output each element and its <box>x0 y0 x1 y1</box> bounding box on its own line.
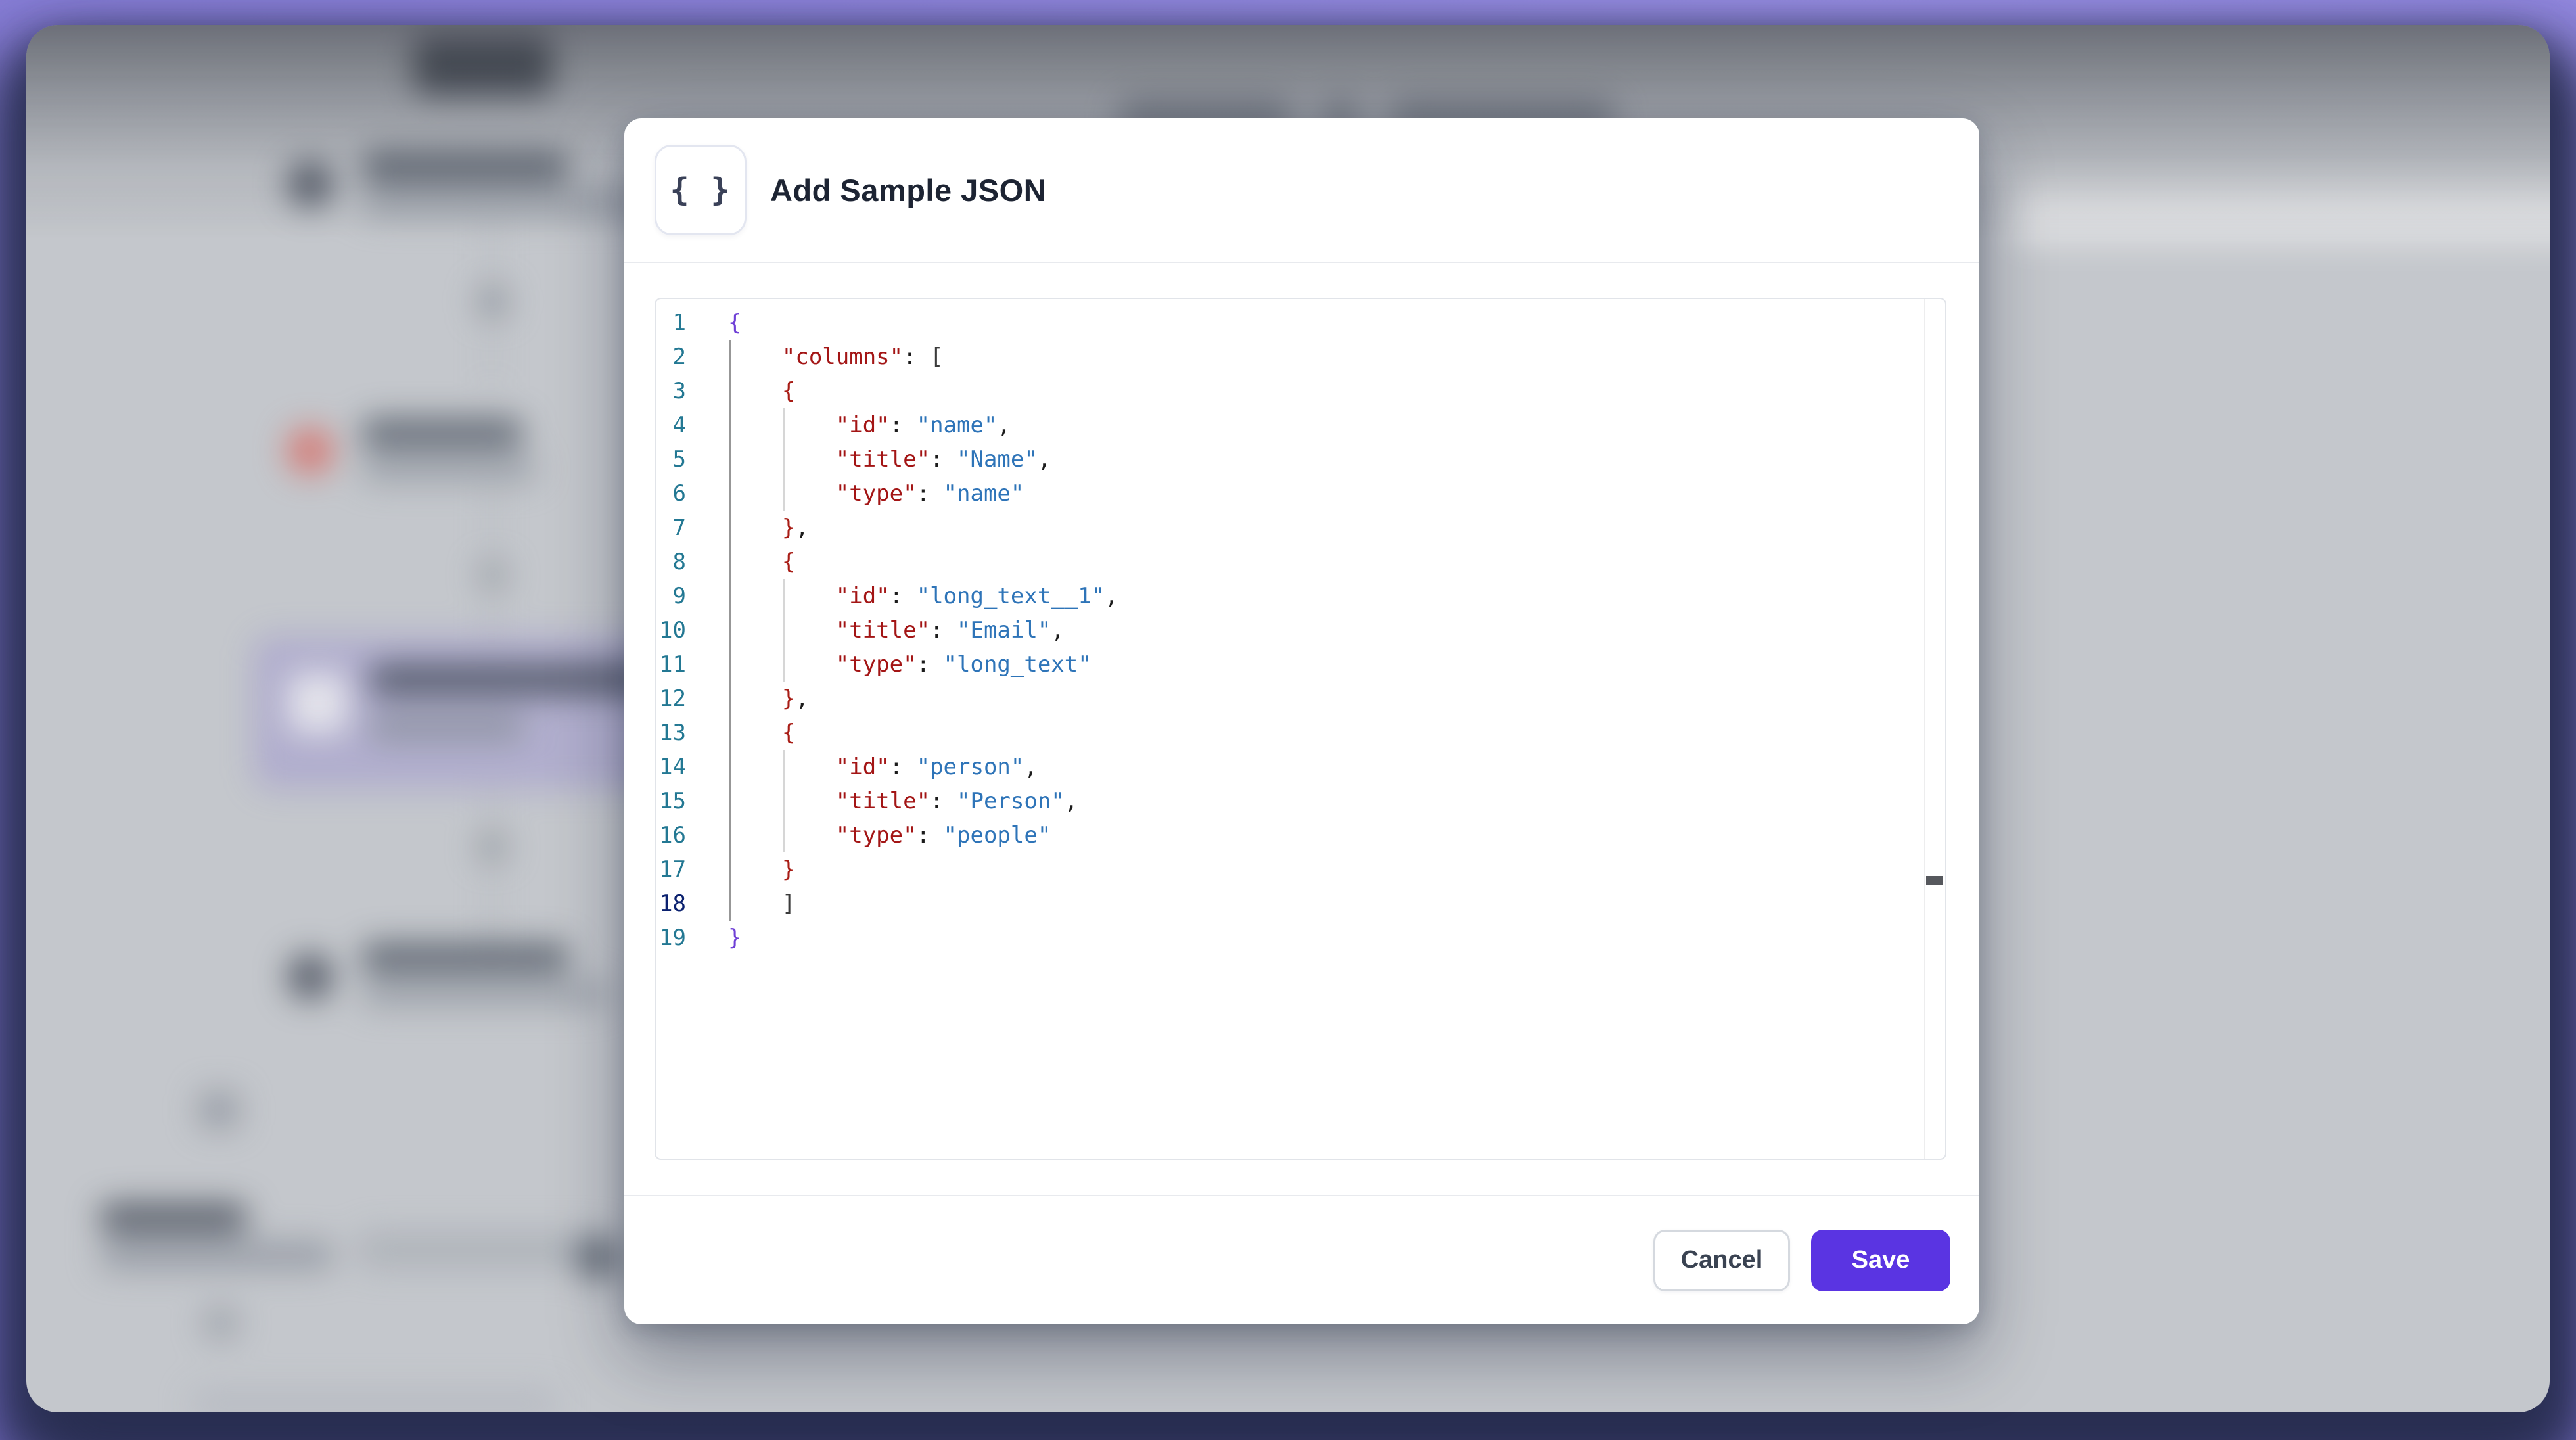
code-line: 9 "id": "long_text__1", <box>656 579 1945 613</box>
code-line: 10 "title": "Email", <box>656 613 1945 647</box>
code-line: 15 "title": "Person", <box>656 784 1945 818</box>
code-text: "type": "long_text" <box>728 647 1092 682</box>
code-line: 19} <box>656 921 1945 955</box>
line-number: 9 <box>656 579 686 613</box>
code-line: 1{ <box>656 306 1945 340</box>
line-number: 13 <box>656 716 686 750</box>
code-line: 17 } <box>656 852 1945 887</box>
save-button[interactable]: Save <box>1811 1230 1950 1291</box>
add-sample-json-modal: { } Add Sample JSON 1{2 "columns": [3 {4… <box>624 118 1979 1324</box>
code-lines: 1{2 "columns": [3 {4 "id": "name",5 "tit… <box>656 306 1945 955</box>
line-number: 16 <box>656 818 686 852</box>
code-line: 16 "type": "people" <box>656 818 1945 852</box>
code-text: "title": "Name", <box>728 442 1051 476</box>
page: { "colors": { "save_button_bg": "#5A34E2… <box>0 0 2576 1440</box>
cancel-button[interactable]: Cancel <box>1653 1230 1790 1291</box>
line-number: 10 <box>656 613 686 647</box>
code-line: 3 { <box>656 374 1945 408</box>
overview-ruler-cursor-marker <box>1926 876 1943 885</box>
line-number: 1 <box>656 306 686 340</box>
code-line: 2 "columns": [ <box>656 340 1945 374</box>
line-number: 3 <box>656 374 686 408</box>
code-text: { <box>728 545 795 579</box>
code-text: "type": "name" <box>728 476 1024 511</box>
line-number: 6 <box>656 476 686 511</box>
code-text: "type": "people" <box>728 818 1051 852</box>
code-text: }, <box>728 682 809 716</box>
code-line: 18 ] <box>656 887 1945 921</box>
code-text: }, <box>728 511 809 545</box>
json-code-editor[interactable]: 1{2 "columns": [3 {4 "id": "name",5 "tit… <box>655 298 1946 1160</box>
code-text: "id": "person", <box>728 750 1038 784</box>
line-number: 7 <box>656 511 686 545</box>
code-line: 6 "type": "name" <box>656 476 1945 511</box>
code-line: 12 }, <box>656 682 1945 716</box>
code-text: "title": "Person", <box>728 784 1078 818</box>
modal-footer: Cancel Save <box>624 1195 1979 1324</box>
line-number: 14 <box>656 750 686 784</box>
json-braces-icon: { } <box>655 145 747 235</box>
code-text: { <box>728 716 795 750</box>
code-text: } <box>728 852 795 887</box>
line-number: 11 <box>656 647 686 682</box>
line-number: 2 <box>656 340 686 374</box>
code-text: "id": "name", <box>728 408 1011 442</box>
modal-header: { } Add Sample JSON <box>624 118 1979 263</box>
code-line: 13 { <box>656 716 1945 750</box>
line-number: 18 <box>656 887 686 921</box>
modal-title: Add Sample JSON <box>770 172 1046 208</box>
code-line: 14 "id": "person", <box>656 750 1945 784</box>
code-line: 7 }, <box>656 511 1945 545</box>
code-text: { <box>728 306 741 340</box>
line-number: 17 <box>656 852 686 887</box>
line-number: 15 <box>656 784 686 818</box>
code-text: } <box>728 921 741 955</box>
code-line: 4 "id": "name", <box>656 408 1945 442</box>
code-line: 5 "title": "Name", <box>656 442 1945 476</box>
line-number: 8 <box>656 545 686 579</box>
code-text: ] <box>728 887 795 921</box>
code-text: "id": "long_text__1", <box>728 579 1118 613</box>
line-number: 5 <box>656 442 686 476</box>
line-number: 4 <box>656 408 686 442</box>
line-number: 19 <box>656 921 686 955</box>
code-line: 11 "type": "long_text" <box>656 647 1945 682</box>
code-text: "columns": [ <box>728 340 944 374</box>
code-text: "title": "Email", <box>728 613 1065 647</box>
code-line: 8 { <box>656 545 1945 579</box>
line-number: 12 <box>656 682 686 716</box>
code-text: { <box>728 374 795 408</box>
